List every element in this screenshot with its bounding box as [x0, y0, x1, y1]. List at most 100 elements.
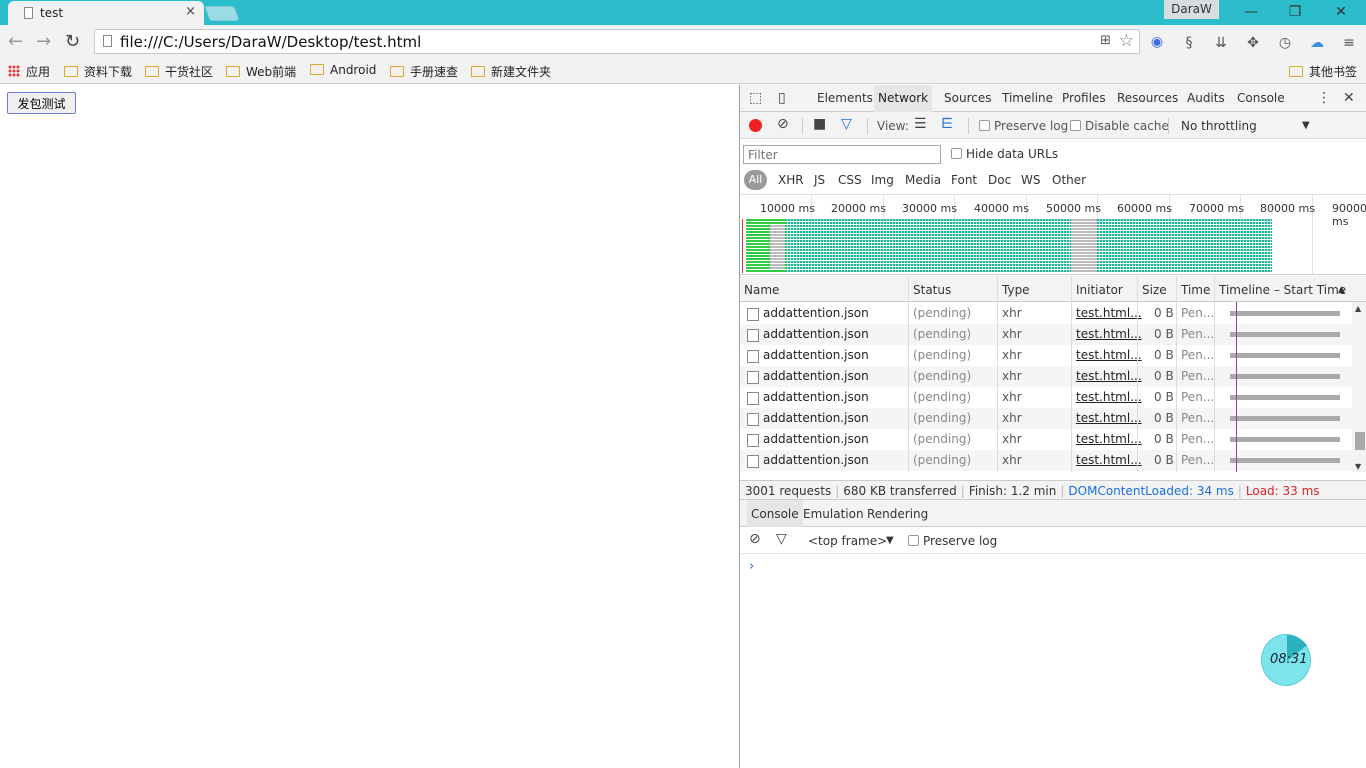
preserve-log-checkbox[interactable]: Preserve log [979, 119, 1068, 133]
tab-console[interactable]: Console [1237, 91, 1285, 105]
js-extension-icon[interactable]: § [1180, 34, 1198, 52]
close-window-icon[interactable]: ✕ [1326, 2, 1356, 22]
request-initiator[interactable]: test.html... [1076, 327, 1142, 341]
hide-data-urls-checkbox[interactable]: Hide data URLs [951, 147, 1058, 161]
request-initiator[interactable]: test.html... [1076, 411, 1142, 425]
filter-doc[interactable]: Doc [988, 173, 1011, 187]
url-text[interactable]: file:///C:/Users/DaraW/Desktop/test.html [120, 33, 421, 51]
extension-icon[interactable]: ✥ [1244, 34, 1262, 52]
request-initiator[interactable]: test.html... [1076, 390, 1142, 404]
table-row[interactable]: addattention.json(pending)xhrtest.html..… [740, 345, 1352, 366]
request-initiator[interactable]: test.html... [1076, 453, 1142, 467]
chevron-down-icon[interactable]: ▼ [886, 535, 894, 546]
tab-timeline[interactable]: Timeline [1002, 91, 1053, 105]
minimize-icon[interactable]: — [1236, 2, 1266, 22]
device-mode-icon[interactable]: ▯ [778, 90, 786, 106]
reload-icon[interactable]: ↻ [65, 31, 80, 52]
filter-xhr[interactable]: XHR [778, 173, 804, 187]
history-extension-icon[interactable]: ◷ [1276, 34, 1294, 52]
scroll-down-icon[interactable]: ▼ [1355, 462, 1361, 471]
other-bookmarks[interactable]: 其他书签 [1289, 63, 1357, 80]
table-row[interactable] [740, 292, 1352, 303]
cloud-extension-icon[interactable]: ☁ [1308, 34, 1326, 52]
translate-icon[interactable]: ⊞ [1100, 33, 1111, 48]
filter-other[interactable]: Other [1052, 173, 1086, 187]
bookmark-folder[interactable]: 手册速查 [390, 63, 458, 80]
forward-icon[interactable]: → [36, 31, 51, 52]
filter-all[interactable]: All [744, 170, 767, 190]
bookmark-folder[interactable]: Android [310, 63, 376, 77]
filter-input[interactable] [743, 145, 941, 164]
new-tab-button[interactable] [204, 6, 240, 21]
restore-icon[interactable]: ❐ [1280, 2, 1310, 22]
network-overview[interactable]: 10000 ms 20000 ms 30000 ms 40000 ms 5000… [740, 195, 1366, 275]
bookmark-folder[interactable]: 资料下载 [64, 63, 132, 80]
request-initiator[interactable]: test.html... [1076, 348, 1142, 362]
filter-js[interactable]: JS [814, 173, 825, 187]
profile-button[interactable]: DaraW [1164, 0, 1219, 19]
bookmark-folder[interactable]: Web前端 [226, 63, 296, 80]
filter-font[interactable]: Font [951, 173, 977, 187]
scrollbar-thumb[interactable] [1355, 432, 1365, 450]
extension-icon[interactable]: ◉ [1148, 33, 1166, 51]
tab-network[interactable]: Network [874, 85, 933, 112]
table-row[interactable]: addattention.json(pending)xhrtest.html..… [740, 324, 1352, 345]
drawer-tab-emulation[interactable]: Emulation [803, 507, 864, 521]
bookmark-star-icon[interactable]: ☆ [1119, 31, 1134, 51]
tab-resources[interactable]: Resources [1117, 91, 1178, 105]
overview-icon[interactable]: ⋿ [941, 116, 953, 132]
clear-console-icon[interactable]: ⊘ [749, 531, 761, 547]
bookmark-folder[interactable]: 新建文件夹 [471, 63, 551, 80]
download-extension-icon[interactable]: ⇊ [1212, 34, 1230, 52]
record-icon[interactable] [749, 119, 762, 132]
filter-media[interactable]: Media [905, 173, 941, 187]
table-row[interactable]: addattention.json(pending)xhrtest.html..… [740, 471, 1352, 472]
chevron-down-icon[interactable]: ▼ [1302, 120, 1310, 131]
timer-text: 08:31 [1270, 652, 1308, 667]
tab-sources[interactable]: Sources [944, 91, 991, 105]
large-rows-icon[interactable]: ☰ [914, 116, 927, 132]
frame-select[interactable]: <top frame> [808, 534, 887, 548]
more-options-icon[interactable]: ⋮ [1317, 90, 1331, 106]
tab-elements[interactable]: Elements [817, 91, 873, 105]
back-icon[interactable]: ← [8, 31, 23, 52]
request-size: 0 B [1154, 348, 1174, 362]
filter-icon[interactable]: ▽ [841, 116, 852, 132]
throttling-select[interactable]: No throttling [1181, 119, 1257, 133]
table-row[interactable]: addattention.json(pending)xhrtest.html..… [740, 387, 1352, 408]
table-row[interactable]: addattention.json(pending)xhrtest.html..… [740, 408, 1352, 429]
table-row[interactable]: addattention.json(pending)xhrtest.html..… [740, 303, 1352, 324]
tab-audits[interactable]: Audits [1187, 91, 1225, 105]
timer-widget[interactable]: 08:31 [1261, 634, 1312, 687]
drawer-tab-console[interactable]: Console [747, 500, 803, 527]
filter-icon[interactable]: ▽ [776, 531, 787, 547]
table-row[interactable]: addattention.json(pending)xhrtest.html..… [740, 429, 1352, 450]
request-type: xhr [1002, 432, 1022, 446]
filter-ws[interactable]: WS [1021, 173, 1040, 187]
table-row[interactable]: addattention.json(pending)xhrtest.html..… [740, 450, 1352, 471]
filter-img[interactable]: Img [871, 173, 894, 187]
disable-cache-checkbox[interactable]: Disable cache [1070, 119, 1169, 133]
tab-profiles[interactable]: Profiles [1062, 91, 1106, 105]
console-prompt[interactable]: › [749, 559, 754, 574]
menu-icon[interactable]: ≡ [1340, 34, 1358, 52]
address-bar[interactable]: file:///C:/Users/DaraW/Desktop/test.html… [94, 29, 1140, 54]
screenshot-icon[interactable]: ■ [813, 116, 826, 132]
request-initiator[interactable]: test.html... [1076, 306, 1142, 320]
bookmark-folder[interactable]: 干货社区 [145, 63, 213, 80]
filter-css[interactable]: CSS [838, 173, 862, 187]
request-initiator[interactable]: test.html... [1076, 369, 1142, 383]
clear-icon[interactable]: ⊘ [777, 116, 789, 132]
drawer-tab-rendering[interactable]: Rendering [867, 507, 928, 521]
console-preserve-log-checkbox[interactable]: Preserve log [908, 534, 997, 548]
request-initiator[interactable]: test.html... [1076, 432, 1142, 446]
send-test-button[interactable]: 发包测试 [7, 92, 76, 114]
close-devtools-icon[interactable]: ✕ [1343, 90, 1355, 106]
bookmark-apps[interactable]: 应用 [8, 63, 50, 80]
browser-tab[interactable]: test × [8, 1, 204, 25]
inspect-icon[interactable]: ⬚ [749, 90, 762, 106]
table-row[interactable]: addattention.json(pending)xhrtest.html..… [740, 366, 1352, 387]
scroll-up-icon[interactable]: ▲ [1355, 304, 1361, 313]
tab-close-button[interactable]: × [185, 4, 196, 19]
table-scrollbar[interactable]: ▲ ▼ [1352, 302, 1366, 472]
